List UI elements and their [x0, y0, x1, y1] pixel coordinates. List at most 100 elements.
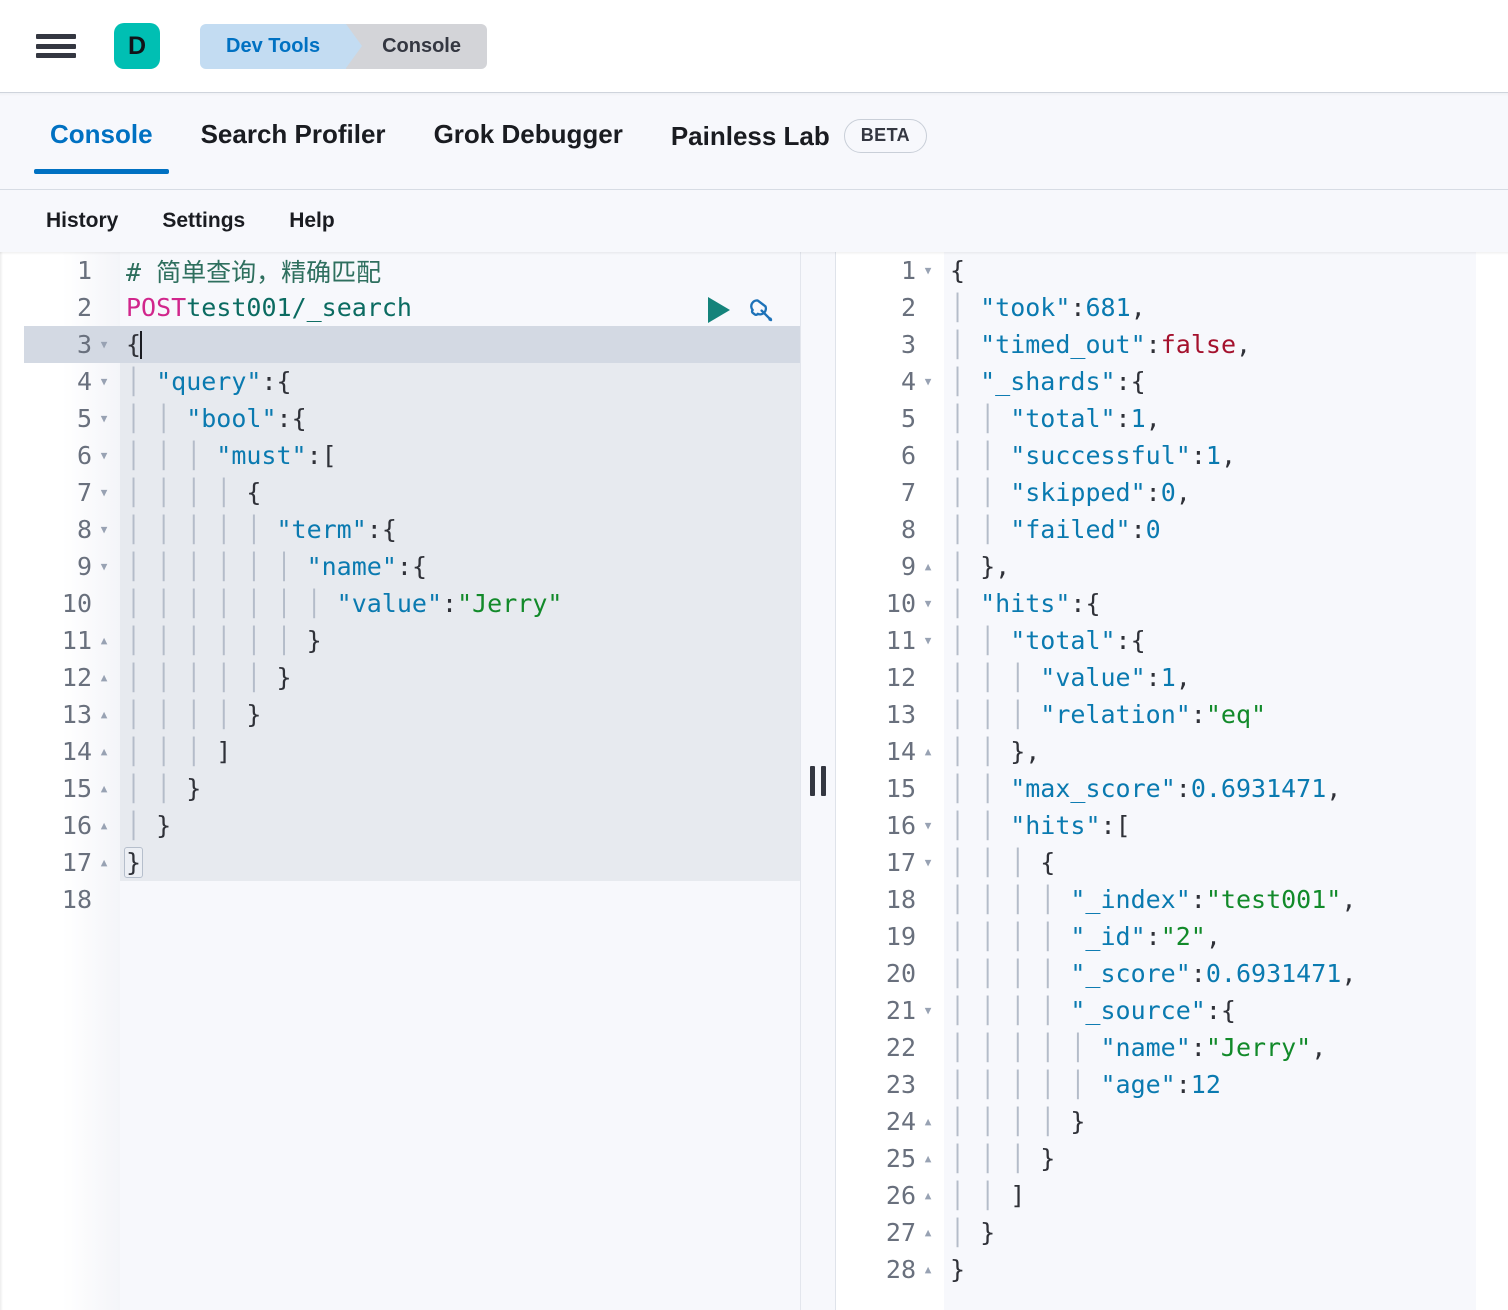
breadcrumb-item-console[interactable]: Console	[346, 23, 487, 69]
editor-line-number[interactable]: 5 ▼	[24, 400, 120, 437]
response-line-number[interactable]: 1 ▼	[836, 252, 944, 289]
fold-down-icon[interactable]: ▼	[920, 374, 936, 390]
request-editor-code[interactable]: # 简单查询，精确匹配 POST test001/_search{│ "query"…	[120, 252, 800, 1310]
fold-down-icon[interactable]: ▼	[920, 633, 936, 649]
fold-down-icon[interactable]: ▼	[920, 596, 936, 612]
response-line-number[interactable]: 5	[836, 400, 944, 437]
editor-code-line[interactable]: }	[120, 844, 800, 881]
fold-down-icon[interactable]: ▼	[96, 411, 112, 427]
fold-up-icon[interactable]: ▲	[96, 781, 112, 797]
editor-line-number[interactable]: 9 ▼	[24, 548, 120, 585]
response-line-number[interactable]: 28 ▲	[836, 1251, 944, 1288]
editor-line-number[interactable]: 2	[24, 289, 120, 326]
response-line-number[interactable]: 13	[836, 696, 944, 733]
panel-resize-handle[interactable]	[800, 252, 836, 1310]
response-line-number[interactable]: 2	[836, 289, 944, 326]
fold-up-icon[interactable]: ▲	[920, 1151, 936, 1167]
fold-up-icon[interactable]: ▲	[96, 633, 112, 649]
fold-up-icon[interactable]: ▲	[96, 707, 112, 723]
editor-line-number[interactable]: 7 ▼	[24, 474, 120, 511]
fold-up-icon[interactable]: ▲	[920, 1262, 936, 1278]
editor-code-line[interactable]: │ │ │ │ │ │ │ "value": "Jerry"	[120, 585, 800, 622]
editor-code-line[interactable]: {	[120, 326, 800, 363]
fold-down-icon[interactable]: ▼	[920, 818, 936, 834]
response-line-number[interactable]: 27 ▲	[836, 1214, 944, 1251]
fold-down-icon[interactable]: ▼	[96, 522, 112, 538]
editor-line-number[interactable]: 1	[24, 252, 120, 289]
editor-line-number[interactable]: 6 ▼	[24, 437, 120, 474]
response-line-number[interactable]: 6	[836, 437, 944, 474]
fold-down-icon[interactable]: ▼	[96, 448, 112, 464]
editor-line-number[interactable]: 15 ▲	[24, 770, 120, 807]
response-line-number[interactable]: 24 ▲	[836, 1103, 944, 1140]
editor-line-number[interactable]: 12 ▲	[24, 659, 120, 696]
response-line-number[interactable]: 10 ▼	[836, 585, 944, 622]
fold-up-icon[interactable]: ▲	[96, 818, 112, 834]
editor-code-line[interactable]	[120, 881, 800, 918]
hamburger-menu-icon[interactable]	[36, 31, 76, 61]
tab-search-profiler[interactable]: Search Profiler	[177, 119, 410, 174]
response-line-number[interactable]: 11 ▼	[836, 622, 944, 659]
fold-up-icon[interactable]: ▲	[96, 744, 112, 760]
response-line-number[interactable]: 19	[836, 918, 944, 955]
fold-up-icon[interactable]: ▲	[920, 1114, 936, 1130]
fold-up-icon[interactable]: ▲	[920, 1225, 936, 1241]
response-line-number[interactable]: 16 ▼	[836, 807, 944, 844]
editor-line-number[interactable]: 18	[24, 881, 120, 918]
tab-grok-debugger[interactable]: Grok Debugger	[410, 119, 647, 174]
response-line-number[interactable]: 22	[836, 1029, 944, 1066]
editor-code-line[interactable]: │ │ │ │{	[120, 474, 800, 511]
fold-down-icon[interactable]: ▼	[920, 855, 936, 871]
editor-line-number[interactable]: 14 ▲	[24, 733, 120, 770]
menu-item-settings[interactable]: Settings	[140, 209, 267, 233]
editor-code-line[interactable]: │ │ │ │ │ │ "name": {	[120, 548, 800, 585]
editor-line-number[interactable]: 16 ▲	[24, 807, 120, 844]
wrench-icon[interactable]	[746, 295, 776, 325]
response-panel[interactable]: 1 ▼ 2 3 4 ▼ 5 6 7 8 9 ▲ 10 ▼ 11 ▼ 12 13 14 ▲ 15 16 ▼ 17 ▼ 18 19 20 2…	[836, 252, 1476, 1310]
response-line-number[interactable]: 20	[836, 955, 944, 992]
menu-item-history[interactable]: History	[24, 209, 140, 233]
editor-code-line[interactable]: # 简单查询，精确匹配	[120, 252, 800, 289]
editor-code-line[interactable]: │ "query": {	[120, 363, 800, 400]
fold-down-icon[interactable]: ▼	[96, 559, 112, 575]
fold-up-icon[interactable]: ▲	[920, 559, 936, 575]
play-icon[interactable]	[708, 297, 730, 323]
response-line-number[interactable]: 18	[836, 881, 944, 918]
editor-code-line[interactable]: POST test001/_search	[120, 289, 800, 326]
deployment-logo-badge[interactable]: D	[114, 23, 160, 69]
editor-line-number[interactable]: 17 ▲	[24, 844, 120, 881]
fold-down-icon[interactable]: ▼	[96, 337, 112, 353]
editor-line-number[interactable]: 3 ▼	[24, 326, 120, 363]
editor-line-number[interactable]: 8 ▼	[24, 511, 120, 548]
response-line-number[interactable]: 14 ▲	[836, 733, 944, 770]
editor-line-number[interactable]: 10	[24, 585, 120, 622]
response-line-number[interactable]: 3	[836, 326, 944, 363]
tab-painless-lab[interactable]: Painless Lab BETA	[647, 119, 951, 177]
response-line-number[interactable]: 21 ▼	[836, 992, 944, 1029]
response-line-number[interactable]: 25 ▲	[836, 1140, 944, 1177]
request-editor-gutter[interactable]: 1 2 3 ▼ 4 ▼ 5 ▼ 6 ▼ 7 ▼ 8 ▼ 9 ▼ 10 11 ▲ 12 ▲ 13 ▲ 14 ▲ 15 ▲ 16 ▲ 17 ▲ 1…	[24, 252, 120, 1310]
response-line-number[interactable]: 23	[836, 1066, 944, 1103]
response-line-number[interactable]: 17 ▼	[836, 844, 944, 881]
editor-code-line[interactable]: │ │}	[120, 770, 800, 807]
menu-item-help[interactable]: Help	[267, 209, 357, 233]
editor-line-number[interactable]: 4 ▼	[24, 363, 120, 400]
editor-line-number[interactable]: 11 ▲	[24, 622, 120, 659]
response-line-number[interactable]: 15	[836, 770, 944, 807]
response-line-number[interactable]: 8	[836, 511, 944, 548]
fold-up-icon[interactable]: ▲	[96, 855, 112, 871]
fold-down-icon[interactable]: ▼	[920, 263, 936, 279]
response-line-number[interactable]: 9 ▲	[836, 548, 944, 585]
breadcrumb-item-dev-tools[interactable]: Dev Tools	[200, 23, 363, 69]
editor-code-line[interactable]: │}	[120, 807, 800, 844]
editor-code-line[interactable]: │ │ │ "must": [	[120, 437, 800, 474]
editor-line-number[interactable]: 13 ▲	[24, 696, 120, 733]
fold-up-icon[interactable]: ▲	[96, 670, 112, 686]
response-line-number[interactable]: 4 ▼	[836, 363, 944, 400]
response-gutter[interactable]: 1 ▼ 2 3 4 ▼ 5 6 7 8 9 ▲ 10 ▼ 11 ▼ 12 13 14 ▲ 15 16 ▼ 17 ▼ 18 19 20 2…	[836, 252, 944, 1310]
fold-down-icon[interactable]: ▼	[96, 485, 112, 501]
response-line-number[interactable]: 12	[836, 659, 944, 696]
editor-code-line[interactable]: │ │ │ │ │ "term": {	[120, 511, 800, 548]
response-line-number[interactable]: 26 ▲	[836, 1177, 944, 1214]
request-editor-panel[interactable]: 1 2 3 ▼ 4 ▼ 5 ▼ 6 ▼ 7 ▼ 8 ▼ 9 ▼ 10 11 ▲ 12 ▲ 13 ▲ 14 ▲ 15 ▲ 16 ▲ 17 ▲ 1…	[24, 252, 800, 1310]
